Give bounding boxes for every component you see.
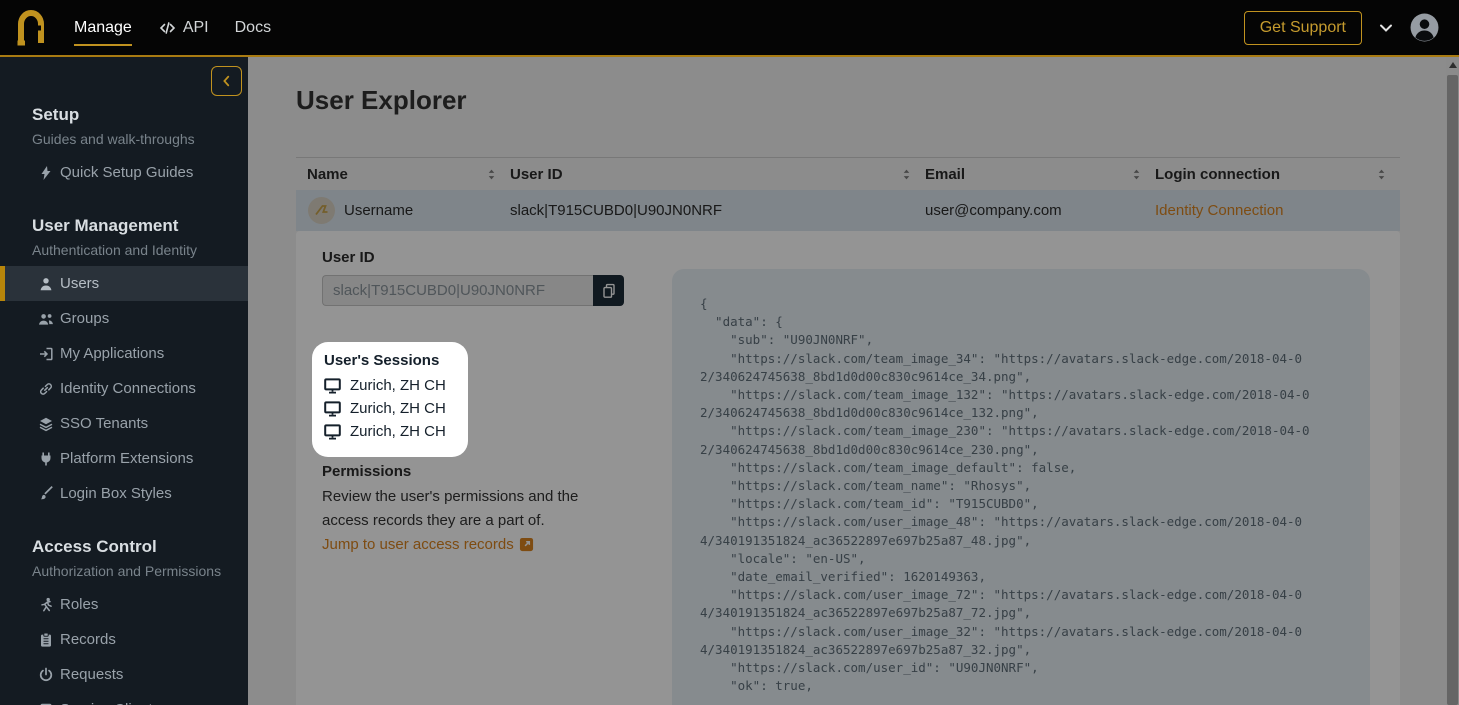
session-location: Zurich, ZH CH [350, 377, 446, 394]
nav-tab-manage-label: Manage [74, 19, 132, 37]
sidebar-section-access-control: Access Control Authorization and Permiss… [0, 535, 248, 705]
user-sessions-title: User's Sessions [324, 351, 456, 371]
session-item: Zurich, ZH CH [324, 377, 456, 394]
sidebar-item-login-box-styles[interactable]: Login Box Styles [0, 476, 248, 511]
sidebar-item-label: Identity Connections [60, 380, 196, 397]
section-title: Setup [32, 103, 248, 127]
session-item: Zurich, ZH CH [324, 423, 456, 440]
nav-tab-api[interactable]: API [158, 19, 209, 37]
sidebar-item-label: Quick Setup Guides [60, 164, 193, 181]
sidebar-item-platform-extensions[interactable]: Platform Extensions [0, 441, 248, 476]
sidebar-section-setup: Setup Guides and walk-throughs Quick Set… [0, 103, 248, 190]
nav-tab-docs-label: Docs [235, 19, 271, 37]
sidebar-item-label: Records [60, 631, 116, 648]
sidebar-item-service-clients[interactable]: Service Clients [0, 692, 248, 705]
nav-tab-docs[interactable]: Docs [235, 19, 271, 37]
section-title: Access Control [32, 535, 248, 559]
bolt-icon [38, 165, 54, 181]
sidebar-collapse-button[interactable] [211, 66, 242, 96]
sidebar-item-requests[interactable]: Requests [0, 657, 248, 692]
plug-icon [38, 451, 54, 467]
section-title: User Management [32, 214, 248, 238]
sidebar-item-label: Users [60, 275, 99, 292]
section-subtitle: Guides and walk-throughs [32, 130, 248, 148]
sidebar-item-records[interactable]: Records [0, 622, 248, 657]
sidebar-item-roles[interactable]: Roles [0, 587, 248, 622]
sidebar: Setup Guides and walk-throughs Quick Set… [0, 57, 248, 705]
chevron-left-icon [220, 74, 234, 88]
user-icon [38, 276, 54, 292]
monitor-icon [324, 401, 341, 417]
app-page: Manage API Docs Get Support [0, 0, 1459, 705]
sidebar-item-label: Requests [60, 666, 123, 683]
user-sessions-spotlight: User's Sessions Zurich, ZH CH Zurich, ZH… [312, 342, 468, 457]
get-support-button[interactable]: Get Support [1244, 11, 1362, 45]
code-icon [158, 20, 177, 36]
sidebar-item-identity-connections[interactable]: Identity Connections [0, 371, 248, 406]
sidebar-item-groups[interactable]: Groups [0, 301, 248, 336]
brush-icon [38, 486, 54, 502]
top-navbar: Manage API Docs Get Support [0, 0, 1459, 57]
link-icon [38, 381, 54, 397]
monitor-icon [324, 378, 341, 394]
sidebar-item-my-applications[interactable]: My Applications [0, 336, 248, 371]
power-icon [38, 667, 54, 683]
sidebar-section-user-management: User Management Authentication and Ident… [0, 214, 248, 511]
monitor-icon [324, 424, 341, 440]
sidebar-item-sso-tenants[interactable]: SSO Tenants [0, 406, 248, 441]
navbar-left: Manage API Docs [0, 9, 271, 47]
layers-icon [38, 416, 54, 432]
sidebar-item-users[interactable]: Users [0, 266, 248, 301]
nav-tab-api-label: API [183, 19, 209, 37]
session-location: Zurich, ZH CH [350, 400, 446, 417]
section-subtitle: Authentication and Identity [32, 241, 248, 259]
sidebar-item-quick-setup-guides[interactable]: Quick Setup Guides [0, 155, 248, 190]
chevron-down-icon[interactable] [1378, 20, 1394, 36]
sidebar-item-label: My Applications [60, 345, 164, 362]
session-item: Zurich, ZH CH [324, 400, 456, 417]
active-tab-underline [74, 44, 132, 46]
runner-icon [38, 597, 54, 613]
user-avatar-icon[interactable] [1410, 13, 1439, 42]
nav-tab-manage[interactable]: Manage [74, 19, 132, 37]
session-location: Zurich, ZH CH [350, 423, 446, 440]
users-icon [38, 311, 54, 327]
section-subtitle: Authorization and Permissions [32, 562, 248, 580]
clipboard-icon [38, 632, 54, 648]
sign-in-icon [38, 346, 54, 362]
sidebar-item-label: Platform Extensions [60, 450, 193, 467]
sidebar-item-label: Groups [60, 310, 109, 327]
brand-logo-icon[interactable] [14, 9, 48, 47]
sidebar-item-label: Roles [60, 596, 98, 613]
sidebar-item-label: SSO Tenants [60, 415, 148, 432]
sidebar-item-label: Service Clients [60, 701, 160, 705]
database-icon [38, 702, 54, 705]
navbar-right: Get Support [1244, 11, 1459, 45]
sidebar-item-label: Login Box Styles [60, 485, 172, 502]
